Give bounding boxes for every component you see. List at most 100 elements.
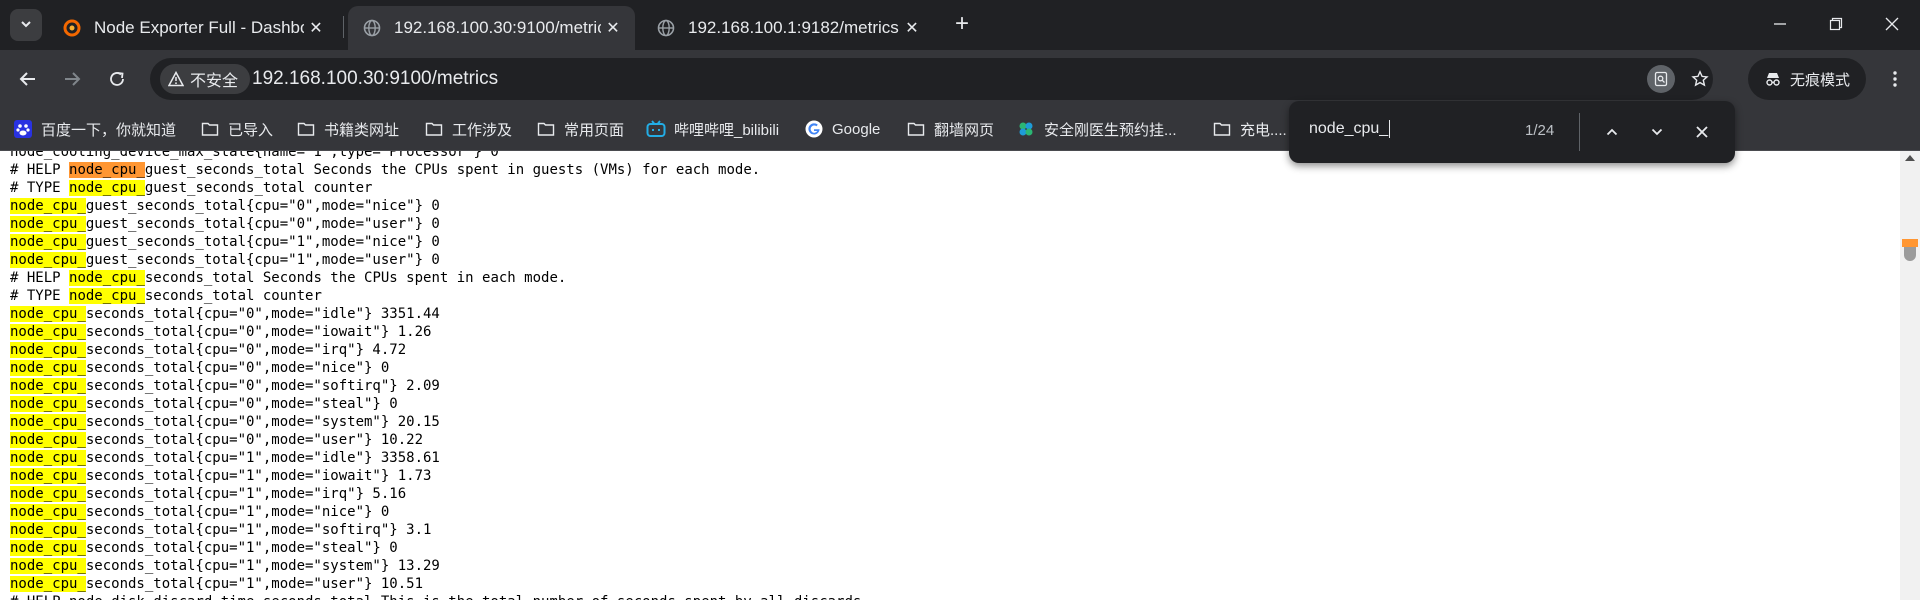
scroll-up-arrow-icon[interactable] (1905, 155, 1915, 161)
tab-divider (343, 16, 344, 38)
more-menu-icon[interactable] (1880, 64, 1910, 94)
search-match: node_cpu_ (10, 216, 86, 232)
page-content: node_cooling_device_max_state{name="1",t… (0, 151, 1900, 600)
find-match-marker (1902, 239, 1918, 247)
line-text: # HELP node_disk_discard_time_seconds_to… (10, 594, 870, 600)
search-match: node_cpu_ (10, 576, 86, 592)
line-prefix: # TYPE (10, 288, 70, 304)
line-text: seconds_total{cpu="1",mode="iowait"} 1.7… (85, 468, 432, 484)
reload-icon[interactable] (102, 64, 132, 94)
security-label: 不安全 (190, 73, 239, 90)
minimize-icon[interactable] (1752, 0, 1808, 48)
back-arrow-icon[interactable] (13, 64, 43, 94)
tab-title: Node Exporter Full - Dashboard (94, 18, 304, 37)
search-match: node_cpu_ (69, 180, 145, 196)
close-tab-icon[interactable]: ✕ (900, 16, 924, 40)
folder-icon (906, 119, 926, 139)
metric-line: node_cpu_seconds_total{cpu="1",mode="idl… (10, 449, 440, 467)
metric-line: node_cooling_device_max_state{name="1",t… (10, 151, 499, 161)
metric-line: node_cpu_guest_seconds_total{cpu="0",mod… (10, 197, 440, 215)
bookmark-label: 工作涉及 (452, 121, 513, 139)
text-caret (1389, 120, 1391, 138)
find-previous-chevron-up-icon[interactable] (1597, 117, 1627, 147)
bookmark-folder-charge[interactable]: 充电.... (1212, 117, 1287, 141)
incognito-button[interactable]: 无痕模式 (1748, 58, 1866, 100)
line-text: seconds_total{cpu="0",mode="system"} 20.… (85, 414, 440, 430)
bookmark-folder-vpn[interactable]: 翻墙网页 (906, 117, 994, 141)
metric-line: # HELP node_cpu_guest_seconds_total Seco… (10, 161, 760, 179)
search-match: node_cpu_ (10, 324, 86, 340)
find-input[interactable]: node_cpu_ (1309, 120, 1391, 138)
find-query-text: node_cpu_ (1309, 120, 1389, 138)
search-match: node_cpu_ (10, 486, 86, 502)
line-text: node_cooling_device_max_state{name="1",t… (10, 151, 499, 160)
line-text: seconds_total{cpu="0",mode="steal"} 0 (85, 396, 398, 412)
bilibili-icon (646, 119, 666, 139)
search-match: node_cpu_ (10, 198, 86, 214)
tab-title: 192.168.100.1:9182/metrics (688, 18, 899, 37)
find-close-icon[interactable] (1687, 117, 1717, 147)
metric-line: node_cpu_guest_seconds_total{cpu="1",mod… (10, 251, 440, 269)
tab-metrics-9100[interactable]: 192.168.100.30:9100/metrics ✕ (348, 6, 635, 50)
bookmark-folder-work[interactable]: 工作涉及 (424, 117, 512, 141)
search-match: node_cpu_ (10, 396, 86, 412)
search-match: node_cpu_ (10, 342, 86, 358)
address-bar[interactable]: 不安全 192.168.100.30:9100/metrics (150, 58, 1713, 100)
url-text[interactable]: 192.168.100.30:9100/metrics (252, 68, 498, 90)
close-tab-icon[interactable]: ✕ (304, 16, 328, 40)
new-tab-plus-icon[interactable]: + (950, 12, 974, 37)
metric-line: node_cpu_seconds_total{cpu="0",mode="nic… (10, 359, 389, 377)
find-divider (1579, 113, 1580, 151)
find-in-page-icon[interactable] (1647, 65, 1675, 93)
line-text: seconds_total counter (144, 288, 322, 304)
bookmark-folder-common[interactable]: 常用页面 (536, 117, 624, 141)
chevron-down-icon (19, 17, 33, 34)
tab-title: 192.168.100.30:9100/metrics (394, 18, 601, 37)
warning-icon (168, 71, 184, 87)
vertical-scrollbar[interactable] (1900, 151, 1920, 600)
line-prefix: # TYPE (10, 180, 70, 196)
line-text: guest_seconds_total{cpu="0",mode="nice"}… (85, 198, 440, 214)
incognito-label: 无痕模式 (1789, 71, 1850, 89)
metric-line: # HELP node_disk_discard_time_seconds_to… (10, 593, 870, 600)
close-tab-icon[interactable]: ✕ (601, 16, 625, 40)
metric-line: node_cpu_seconds_total{cpu="0",mode="irq… (10, 341, 406, 359)
search-match: node_cpu_ (10, 450, 86, 466)
find-next-chevron-down-icon[interactable] (1642, 117, 1672, 147)
bookmark-bilibili[interactable]: 哔哩哔哩_bilibili (646, 117, 779, 141)
line-text: guest_seconds_total{cpu="0",mode="user"}… (85, 216, 440, 232)
bookmark-baidu[interactable]: 百度一下，你就知道 (13, 117, 176, 141)
forward-arrow-icon[interactable] (57, 64, 87, 94)
bookmark-google[interactable]: Google (804, 117, 880, 141)
metric-line: node_cpu_seconds_total{cpu="0",mode="sys… (10, 413, 440, 431)
tab-metrics-9182[interactable]: 192.168.100.1:9182/metrics ✕ (642, 6, 934, 50)
tab-node-exporter[interactable]: Node Exporter Full - Dashboard ✕ (48, 6, 338, 50)
line-text: seconds_total{cpu="0",mode="iowait"} 1.2… (85, 324, 432, 340)
restore-icon[interactable] (1808, 0, 1864, 48)
window-close-icon[interactable] (1864, 0, 1920, 48)
search-match: node_cpu_ (10, 558, 86, 574)
metric-line: node_cpu_guest_seconds_total{cpu="0",mod… (10, 215, 440, 233)
current-search-match: node_cpu_ (69, 162, 145, 178)
baidu-icon (13, 119, 33, 139)
search-match: node_cpu_ (10, 378, 86, 394)
search-match: node_cpu_ (10, 414, 86, 430)
line-text: seconds_total{cpu="1",mode="irq"} 5.16 (85, 486, 407, 502)
tab-search-button[interactable] (10, 9, 42, 41)
find-bar: node_cpu_ 1/24 (1289, 101, 1735, 163)
bookmark-folder-imported[interactable]: 已导入 (200, 117, 273, 141)
star-icon[interactable] (1686, 65, 1714, 93)
bookmark-folder-books[interactable]: 书籍类网址 (296, 117, 399, 141)
line-text: guest_seconds_total counter (144, 180, 373, 196)
metric-line: node_cpu_seconds_total{cpu="1",mode="use… (10, 575, 423, 593)
metric-line: node_cpu_seconds_total{cpu="0",mode="use… (10, 431, 423, 449)
bookmark-doctor[interactable]: 安全刚医生预约挂... (1016, 117, 1177, 141)
line-text: seconds_total{cpu="1",mode="nice"} 0 (85, 504, 390, 520)
line-text: seconds_total{cpu="1",mode="system"} 13.… (85, 558, 440, 574)
metric-line: # TYPE node_cpu_seconds_total counter (10, 287, 322, 305)
line-text: seconds_total{cpu="0",mode="user"} 10.22 (85, 432, 424, 448)
line-text: guest_seconds_total{cpu="1",mode="user"}… (85, 252, 440, 268)
security-chip[interactable]: 不安全 (160, 64, 251, 94)
folder-icon (1212, 119, 1232, 139)
metric-line: node_cpu_seconds_total{cpu="0",mode="sof… (10, 377, 440, 395)
